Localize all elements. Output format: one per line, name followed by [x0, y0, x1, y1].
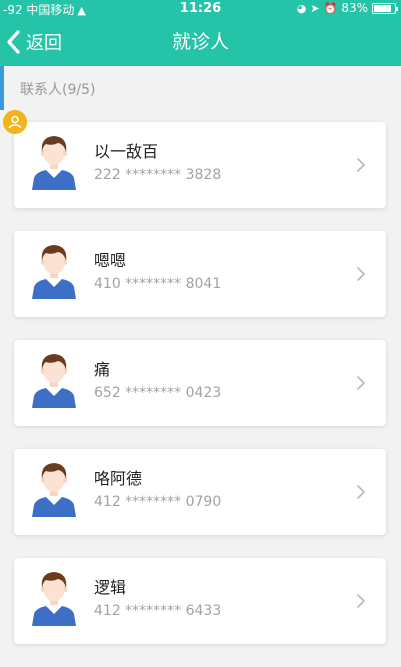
contact-phone: 410 ******** 8041 [94, 276, 222, 292]
contact-card[interactable]: 咯阿德 412 ******** 0790 [14, 449, 386, 535]
contact-card[interactable]: 痛 652 ******** 0423 [14, 340, 386, 426]
contact-phone: 652 ******** 0423 [94, 385, 222, 401]
header: -92 中国移动 ▲ 11:26 ◕ ➤ ⏰ 83% 返回 就诊人 [0, 0, 401, 66]
status-bar: -92 中国移动 ▲ 11:26 ◕ ➤ ⏰ 83% [0, 0, 401, 18]
back-button[interactable]: 返回 [4, 18, 62, 66]
chevron-right-icon [357, 267, 365, 281]
section-label: 联系人(9/5) [20, 82, 96, 98]
alarm-icon: ⏰ [323, 1, 338, 15]
section-accent-bar [0, 66, 4, 110]
contact-name: 痛 [94, 360, 111, 379]
chevron-right-icon [357, 376, 365, 390]
battery-icon [372, 2, 398, 14]
navigation-bar: 返回 就诊人 [0, 18, 401, 66]
back-label: 返回 [26, 33, 62, 54]
avatar-icon [32, 136, 76, 190]
contact-name: 逻辑 [94, 578, 127, 597]
contact-phone: 412 ******** 0790 [94, 494, 222, 510]
lock-rotation-icon: ◕ [296, 1, 307, 15]
chevron-right-icon [357, 158, 365, 172]
contact-name: 咯阿德 [94, 469, 143, 488]
chevron-left-icon [7, 30, 20, 54]
chevron-right-icon [357, 485, 365, 499]
user-icon [8, 115, 22, 129]
battery-fill [374, 4, 391, 12]
location-arrow-icon: ➤ [310, 1, 320, 15]
contact-name: 以一敌百 [94, 142, 159, 161]
contact-card[interactable]: 嗯嗯 410 ******** 8041 [14, 231, 386, 317]
avatar-icon [32, 354, 76, 408]
contact-name: 嗯嗯 [94, 251, 127, 270]
contact-card[interactable]: 逻辑 412 ******** 6433 [14, 558, 386, 644]
contact-phone: 222 ******** 3828 [94, 167, 222, 183]
contacts-section-header: 联系人(9/5) [0, 66, 401, 110]
person-badge-icon [3, 110, 27, 134]
avatar-icon [32, 463, 76, 517]
avatar-icon [32, 572, 76, 626]
battery-percent: 83% [341, 1, 368, 15]
status-right: ◕ ➤ ⏰ 83% [296, 1, 398, 15]
chevron-right-icon [357, 594, 365, 608]
contact-card[interactable]: 以一敌百 222 ******** 3828 [14, 122, 386, 208]
contact-phone: 412 ******** 6433 [94, 603, 222, 619]
avatar-icon [32, 245, 76, 299]
